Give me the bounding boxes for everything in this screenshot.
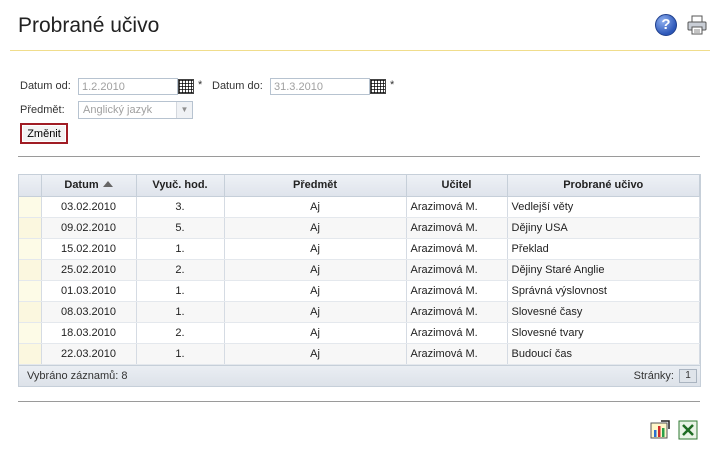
date-cell: 25.02.2010 xyxy=(41,259,137,281)
date-cell: 08.03.2010 xyxy=(41,301,137,323)
subject-cell: Aj xyxy=(224,259,407,281)
row-selector[interactable] xyxy=(19,196,42,218)
topic-cell: Překlad xyxy=(507,238,700,260)
subject-cell: Aj xyxy=(224,238,407,260)
topic-cell: Budoucí čas xyxy=(507,343,700,365)
column-header-datum[interactable]: Datum xyxy=(41,175,137,197)
date-from-label: Datum od: xyxy=(20,80,71,92)
title-underline xyxy=(10,50,710,51)
excel-export-icon[interactable] xyxy=(678,420,698,440)
topic-cell: Správná výslovnost xyxy=(507,280,700,302)
subject-cell: Aj xyxy=(224,280,407,302)
page-header: Probrané učivo ? xyxy=(0,0,720,52)
row-selector[interactable] xyxy=(19,343,42,365)
divider xyxy=(18,156,700,157)
date-cell: 15.02.2010 xyxy=(41,238,137,260)
subject-label: Předmět: xyxy=(20,104,65,116)
lesson-cell: 1. xyxy=(136,343,225,365)
printer-icon[interactable] xyxy=(686,15,708,35)
column-header-label: Datum xyxy=(64,179,99,192)
sort-ascending-icon xyxy=(102,181,113,188)
date-from-field[interactable] xyxy=(78,78,178,95)
subject-cell: Aj xyxy=(224,343,407,365)
row-selector-header xyxy=(19,175,42,197)
table-row[interactable]: 18.03.2010 2. Aj Arazimová M. Slovesné tvary xyxy=(19,322,700,344)
topic-cell: Dějiny USA xyxy=(507,217,700,239)
column-header-lesson[interactable]: Vyuč. hod. xyxy=(136,175,225,197)
topic-cell: Slovesné časy xyxy=(507,301,700,323)
teacher-cell: Arazimová M. xyxy=(406,322,508,344)
lesson-cell: 5. xyxy=(136,217,225,239)
topic-cell: Vedlejší věty xyxy=(507,196,700,218)
date-cell: 01.03.2010 xyxy=(41,280,137,302)
column-header-subject[interactable]: Předmět xyxy=(224,175,407,197)
lesson-cell: 1. xyxy=(136,238,225,260)
date-cell: 03.02.2010 xyxy=(41,196,137,218)
teacher-cell: Arazimová M. xyxy=(406,301,508,323)
record-count: Vybráno záznamů: 8 xyxy=(27,369,128,382)
chevron-down-icon[interactable]: ▼ xyxy=(176,102,192,118)
teacher-cell: Arazimová M. xyxy=(406,259,508,281)
required-mark: * xyxy=(198,79,203,91)
pages-label: Stránky: xyxy=(633,369,674,382)
topic-cell: Slovesné tvary xyxy=(507,322,700,344)
subject-cell: Aj xyxy=(224,322,407,344)
curriculum-grid: Datum Vyuč. hod. Předmět Učitel Probrané… xyxy=(18,174,701,387)
row-selector[interactable] xyxy=(19,259,42,281)
subject-select[interactable]: Anglický jazyk ▼ xyxy=(78,101,193,119)
calendar-icon[interactable] xyxy=(370,79,386,94)
table-row[interactable]: 25.02.2010 2. Aj Arazimová M. Dějiny Staré A… xyxy=(19,259,700,281)
row-selector[interactable] xyxy=(19,217,42,239)
help-icon[interactable]: ? xyxy=(655,14,677,36)
date-to-field[interactable] xyxy=(270,78,370,95)
teacher-cell: Arazimová M. xyxy=(406,343,508,365)
teacher-cell: Arazimová M. xyxy=(406,280,508,302)
teacher-cell: Arazimová M. xyxy=(406,238,508,260)
date-cell: 22.03.2010 xyxy=(41,343,137,365)
chart-export-icon[interactable] xyxy=(650,420,670,440)
curriculum-table: Datum Vyuč. hod. Předmět Učitel Probrané… xyxy=(19,175,700,365)
date-to-label: Datum do: xyxy=(212,80,263,92)
column-header-teacher[interactable]: Učitel xyxy=(406,175,508,197)
date-cell: 18.03.2010 xyxy=(41,322,137,344)
teacher-cell: Arazimová M. xyxy=(406,217,508,239)
table-row[interactable]: 22.03.2010 1. Aj Arazimová M. Budoucí čas xyxy=(19,343,700,365)
row-selector[interactable] xyxy=(19,322,42,344)
table-row[interactable]: 15.02.2010 1. Aj Arazimová M. Překlad xyxy=(19,238,700,260)
teacher-cell: Arazimová M. xyxy=(406,196,508,218)
table-row[interactable]: 01.03.2010 1. Aj Arazimová M. Správná výslov… xyxy=(19,280,700,302)
table-header-row: Datum Vyuč. hod. Předmět Učitel Probrané… xyxy=(19,175,700,197)
column-header-topic[interactable]: Probrané učivo xyxy=(507,175,700,197)
table-row[interactable]: 03.02.2010 3. Aj Arazimová M. Vedlejší věty xyxy=(19,196,700,218)
lesson-cell: 1. xyxy=(136,301,225,323)
grid-footer: Vybráno záznamů: 8 Stránky: 1 xyxy=(19,364,700,386)
row-selector[interactable] xyxy=(19,238,42,260)
change-button[interactable]: Změnit xyxy=(20,123,68,144)
lesson-cell: 2. xyxy=(136,322,225,344)
subject-cell: Aj xyxy=(224,196,407,218)
date-cell: 09.02.2010 xyxy=(41,217,137,239)
subject-cell: Aj xyxy=(224,301,407,323)
table-row[interactable]: 08.03.2010 1. Aj Arazimová M. Slovesné časy xyxy=(19,301,700,323)
lesson-cell: 2. xyxy=(136,259,225,281)
divider xyxy=(18,401,700,402)
row-selector[interactable] xyxy=(19,280,42,302)
subject-cell: Aj xyxy=(224,217,407,239)
table-row[interactable]: 09.02.2010 5. Aj Arazimová M. Dějiny USA xyxy=(19,217,700,239)
subject-select-value: Anglický jazyk xyxy=(83,104,153,116)
required-mark: * xyxy=(390,79,395,91)
page-title: Probrané učivo xyxy=(18,14,160,37)
row-selector[interactable] xyxy=(19,301,42,323)
topic-cell: Dějiny Staré Anglie xyxy=(507,259,700,281)
calendar-icon[interactable] xyxy=(178,79,194,94)
lesson-cell: 3. xyxy=(136,196,225,218)
page-button[interactable]: 1 xyxy=(679,368,697,383)
lesson-cell: 1. xyxy=(136,280,225,302)
